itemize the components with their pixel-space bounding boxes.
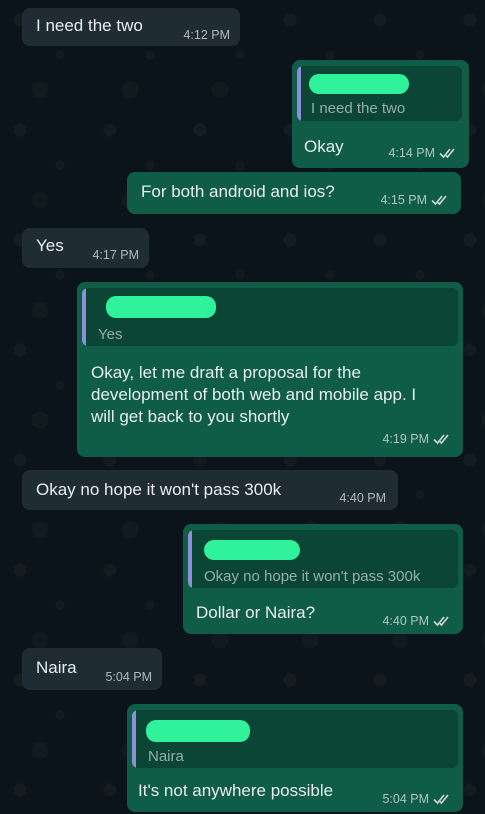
message-outgoing[interactable]: Naira It's not anywhere possible 5:04 PM xyxy=(127,704,463,812)
message-text: Okay xyxy=(304,137,344,156)
message-text: Yes xyxy=(36,236,64,255)
quoted-message[interactable]: Okay no hope it won't pass 300k xyxy=(188,530,458,588)
quoted-text: Okay no hope it won't pass 300k xyxy=(204,568,421,585)
message-text: Okay no hope it won't pass 300k xyxy=(36,480,282,499)
message-time: 4:14 PM xyxy=(388,146,457,160)
message-time-label: 5:04 PM xyxy=(382,792,429,806)
message-text: I need the two xyxy=(36,16,143,35)
message-time-label: 5:04 PM xyxy=(105,670,152,684)
double-check-icon xyxy=(433,794,449,805)
message-text: For both android and ios? xyxy=(141,182,335,201)
message-time-label: 4:19 PM xyxy=(382,432,429,446)
message-time-label: 4:40 PM xyxy=(339,491,386,505)
redacted-sender-name xyxy=(309,74,409,94)
redacted-sender-name xyxy=(106,296,216,318)
message-time: 4:12 PM xyxy=(183,28,230,42)
message-outgoing[interactable]: Okay no hope it won't pass 300k Dollar o… xyxy=(183,524,463,634)
quoted-text: Yes xyxy=(98,326,123,343)
quoted-text: Naira xyxy=(148,748,184,765)
message-text: Okay, let me draft a proposal for the de… xyxy=(91,363,417,426)
message-time-label: 4:17 PM xyxy=(92,248,139,262)
double-check-icon xyxy=(431,195,447,206)
quoted-text: I need the two xyxy=(311,100,406,117)
message-incoming[interactable]: Okay no hope it won't pass 300k 4:40 PM xyxy=(22,470,398,510)
message-incoming[interactable]: I need the two 4:12 PM xyxy=(22,8,240,46)
double-check-icon xyxy=(439,148,455,159)
message-time: 5:04 PM xyxy=(382,792,451,806)
quote-accent-bar xyxy=(82,288,86,346)
message-time-label: 4:12 PM xyxy=(183,28,230,42)
message-time: 4:40 PM xyxy=(382,614,451,628)
message-time: 4:40 PM xyxy=(339,491,386,505)
quote-accent-bar xyxy=(188,530,192,588)
message-time: 4:15 PM xyxy=(380,193,449,207)
message-time: 5:04 PM xyxy=(105,670,152,684)
message-time: 4:19 PM xyxy=(382,432,451,446)
quoted-message[interactable]: I need the two xyxy=(297,66,462,121)
message-time-label: 4:40 PM xyxy=(382,614,429,628)
message-incoming[interactable]: Yes 4:17 PM xyxy=(22,228,149,268)
double-check-icon xyxy=(433,616,449,627)
message-outgoing[interactable]: For both android and ios? 4:15 PM xyxy=(127,172,461,214)
message-text: Dollar or Naira? xyxy=(196,603,316,622)
quote-accent-bar xyxy=(132,710,136,768)
message-time-label: 4:15 PM xyxy=(380,193,427,207)
redacted-sender-name xyxy=(204,540,300,560)
message-text: It's not anywhere possible xyxy=(138,781,334,800)
quoted-message[interactable]: Yes xyxy=(82,288,458,346)
redacted-sender-name xyxy=(146,720,250,742)
quoted-message[interactable]: Naira xyxy=(132,710,458,768)
message-incoming[interactable]: Naira 5:04 PM xyxy=(22,648,162,690)
message-time-label: 4:14 PM xyxy=(388,146,435,160)
message-outgoing[interactable]: Yes Okay, let me draft a proposal for th… xyxy=(77,282,463,457)
message-time: 4:17 PM xyxy=(92,248,139,262)
message-text: Naira xyxy=(36,658,77,677)
chat-message-list[interactable]: I need the two 4:12 PM I need the two Ok… xyxy=(0,0,485,814)
double-check-icon xyxy=(433,434,449,445)
message-outgoing[interactable]: I need the two Okay 4:14 PM xyxy=(292,60,469,168)
quote-accent-bar xyxy=(297,66,301,121)
